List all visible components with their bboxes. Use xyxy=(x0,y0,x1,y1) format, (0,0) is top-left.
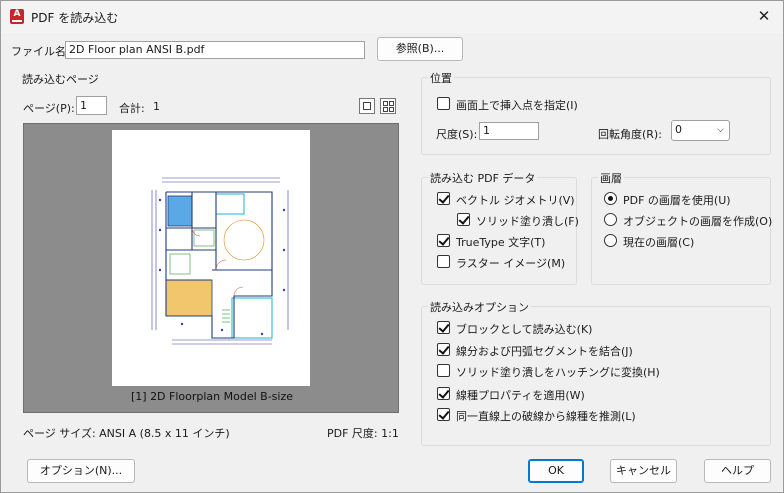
cancel-button[interactable]: キャンセル xyxy=(610,459,677,483)
import-as-block-checkbox[interactable] xyxy=(437,321,450,334)
page-label: ページ(P): xyxy=(23,102,75,115)
use-pdf-layers-label: PDF の画層を使用(U) xyxy=(623,194,731,207)
truetype-text-checkbox[interactable] xyxy=(437,234,450,247)
ok-button[interactable]: OK xyxy=(528,459,584,483)
help-button[interactable]: ヘルプ xyxy=(704,459,771,483)
join-segments-label: 線分および円弧セグメントを結合(J) xyxy=(456,345,633,358)
raster-image-label: ラスター イメージ(M) xyxy=(456,257,566,270)
vector-geometry-label: ベクトル ジオメトリ(V) xyxy=(456,194,575,207)
file-name-field[interactable]: 2D Floor plan ANSI B.pdf xyxy=(65,41,365,59)
apply-lineweight-checkbox[interactable] xyxy=(437,387,450,400)
rotation-select[interactable]: 0 ⌵ xyxy=(671,120,730,141)
rotation-value: 0 xyxy=(675,123,682,136)
specify-on-screen-checkbox[interactable] xyxy=(437,97,450,110)
autocad-app-icon: A xyxy=(10,9,24,24)
solid-fill-checkbox[interactable] xyxy=(457,213,470,226)
create-object-layers-label: オブジェクトの画層を作成(O) xyxy=(623,215,773,228)
scale-input[interactable]: 1 xyxy=(479,122,539,140)
page-size-text: ページ サイズ: ANSI A (8.5 x 11 インチ) xyxy=(23,427,230,440)
floor-plan-drawing xyxy=(151,177,289,345)
layers-group-label: 画層 xyxy=(598,170,624,186)
page-thumbnail[interactable] xyxy=(112,130,310,386)
infer-linetypes-checkbox[interactable] xyxy=(437,408,450,421)
position-group: 位置 xyxy=(421,70,771,155)
solid-fill-label: ソリッド塗り潰し(F) xyxy=(476,215,579,228)
convert-fills-to-hatch-label: ソリッド塗り潰しをハッチングに変換(H) xyxy=(456,366,660,379)
vector-geometry-checkbox[interactable] xyxy=(437,192,450,205)
title-bar: A PDF を読み込む ✕ xyxy=(1,1,783,33)
create-object-layers-radio[interactable] xyxy=(604,213,617,226)
scale-label: 尺度(S): xyxy=(436,128,478,141)
preview-caption: [1] 2D Floorplan Model B-size xyxy=(130,390,294,403)
options-button[interactable]: オプション(N)... xyxy=(27,459,135,483)
pages-group-label: 読み込むページ xyxy=(20,71,101,87)
use-pdf-layers-radio[interactable] xyxy=(604,192,617,205)
thumbnail-grid-view-icon[interactable] xyxy=(380,98,396,114)
browse-button[interactable]: 参照(B)... xyxy=(377,37,463,61)
specify-on-screen-label: 画面上で挿入点を指定(I) xyxy=(456,99,578,112)
convert-fills-to-hatch-checkbox[interactable] xyxy=(437,364,450,377)
truetype-text-label: TrueType 文字(T) xyxy=(456,236,546,249)
import-options-group-label: 読み込みオプション xyxy=(428,299,531,315)
chevron-down-icon: ⌵ xyxy=(717,125,724,135)
pdf-scale-text: PDF 尺度: 1:1 xyxy=(327,427,399,440)
total-value: 1 xyxy=(153,100,160,113)
rotation-label: 回転角度(R): xyxy=(598,128,662,141)
pdf-preview-pane[interactable]: [1] 2D Floorplan Model B-size xyxy=(23,123,399,413)
pdf-import-dialog: A PDF を読み込む ✕ ファイル名: 2D Floor plan ANSI … xyxy=(0,0,784,493)
position-group-label: 位置 xyxy=(428,70,454,86)
join-segments-checkbox[interactable] xyxy=(437,343,450,356)
current-layer-radio[interactable] xyxy=(604,234,617,247)
infer-linetypes-label: 同一直線上の破線から線種を推測(L) xyxy=(456,410,636,423)
current-layer-label: 現在の画層(C) xyxy=(623,236,695,249)
page-number-input[interactable]: 1 xyxy=(76,96,107,115)
raster-image-checkbox[interactable] xyxy=(437,255,450,268)
import-as-block-label: ブロックとして読み込む(K) xyxy=(456,323,593,336)
single-page-view-icon[interactable] xyxy=(359,98,375,114)
close-button[interactable]: ✕ xyxy=(751,4,777,30)
apply-lineweight-label: 線種プロパティを適用(W) xyxy=(456,389,585,402)
pdf-data-group-label: 読み込む PDF データ xyxy=(428,170,538,186)
total-label: 合計: xyxy=(119,102,145,115)
window-title: PDF を読み込む xyxy=(31,11,119,25)
file-name-label: ファイル名: xyxy=(11,45,70,58)
